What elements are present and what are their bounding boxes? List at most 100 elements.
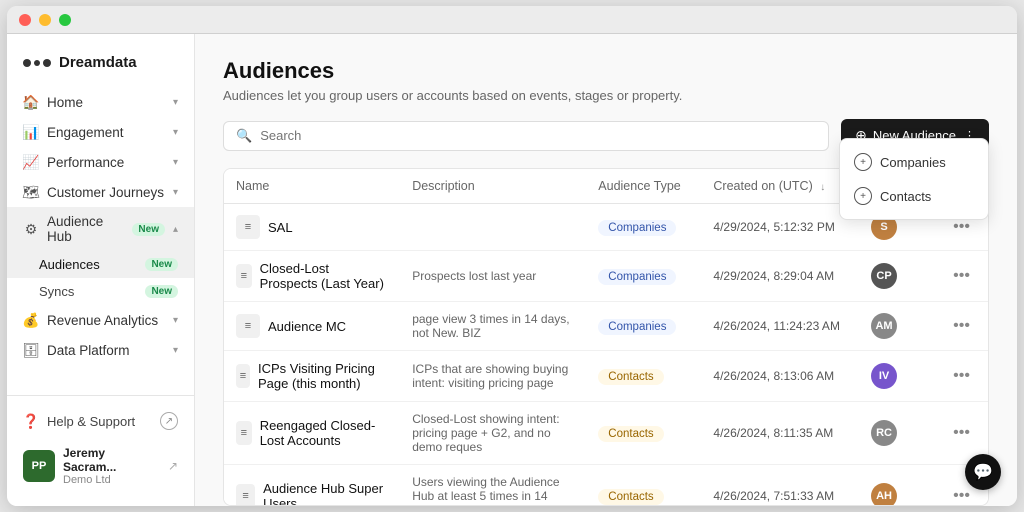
- row-more-button-1[interactable]: •••: [947, 265, 976, 287]
- subnav-label-audiences: Audiences: [39, 257, 137, 272]
- sidebar-item-customer-journeys[interactable]: 🗺 Customer Journeys ▾: [7, 177, 194, 207]
- row-icon-1: ≡: [236, 264, 252, 288]
- profile-info: Jeremy Sacram... Demo Ltd: [63, 446, 160, 486]
- audience-name-4: Reengaged Closed-Lost Accounts: [260, 418, 389, 448]
- cell-type-3: Contacts: [586, 351, 701, 402]
- chevron-icon-3: ▾: [173, 157, 178, 168]
- cell-desc-2: page view 3 times in 14 days, not New. B…: [400, 302, 586, 351]
- cell-created-on-0: 4/29/2024, 5:12:32 PM: [701, 204, 859, 251]
- cell-desc-5: Users viewing the Audience Hub at least …: [400, 465, 586, 507]
- nav-label-performance: Performance: [47, 155, 165, 170]
- nav-label-data-platform: Data Platform: [47, 343, 165, 358]
- cell-actions-1: •••: [935, 251, 988, 302]
- col-header-name: Name: [224, 169, 400, 204]
- cell-type-5: Contacts: [586, 465, 701, 507]
- row-icon-5: ≡: [236, 484, 255, 506]
- syncs-badge: New: [145, 285, 178, 298]
- cell-type-2: Companies: [586, 302, 701, 351]
- page-subtitle: Audiences let you group users or account…: [223, 88, 989, 103]
- help-label: Help & Support: [47, 414, 135, 429]
- sidebar-item-home[interactable]: 🏠 Home ▾: [7, 87, 194, 117]
- cell-type-4: Contacts: [586, 402, 701, 465]
- cell-desc-1: Prospects lost last year: [400, 251, 586, 302]
- cell-created-by-1: CP: [859, 251, 935, 302]
- audience-name-0: SAL: [268, 220, 293, 235]
- chat-bubble[interactable]: 💬: [965, 454, 1001, 490]
- cell-created-on-2: 4/26/2024, 11:24:23 AM: [701, 302, 859, 351]
- search-box[interactable]: 🔍: [223, 121, 829, 151]
- cell-type-0: Companies: [586, 204, 701, 251]
- minimize-button[interactable]: [39, 14, 51, 26]
- profile-item[interactable]: PP Jeremy Sacram... Demo Ltd ↗: [7, 438, 194, 494]
- journeys-icon: 🗺: [23, 184, 39, 200]
- avatar: PP: [23, 450, 55, 482]
- audience-name-5: Audience Hub Super Users: [263, 481, 388, 506]
- cell-created-on-5: 4/26/2024, 7:51:33 AM: [701, 465, 859, 507]
- performance-icon: 📈: [23, 154, 39, 170]
- creator-avatar-1: CP: [871, 263, 897, 289]
- audience-name-3: ICPs Visiting Pricing Page (this month): [258, 361, 388, 391]
- dropdown-item-contacts[interactable]: + Contacts: [840, 179, 988, 213]
- table-row: ≡ ICPs Visiting Pricing Page (this month…: [224, 351, 988, 402]
- sidebar-item-syncs[interactable]: Syncs New: [7, 278, 194, 305]
- sidebar-item-audience-hub[interactable]: ⚙ Audience Hub New ▴: [7, 207, 194, 251]
- close-button[interactable]: [19, 14, 31, 26]
- profile-more-icon: ↗: [168, 459, 178, 473]
- nav-label-home: Home: [47, 95, 165, 110]
- sidebar-item-data-platform[interactable]: 🗄 Data Platform ▾: [7, 335, 194, 365]
- search-input[interactable]: [260, 128, 816, 143]
- cell-created-by-4: RC: [859, 402, 935, 465]
- audience-name-2: Audience MC: [268, 319, 346, 334]
- table-row: ≡ Closed-Lost Prospects (Last Year) Pros…: [224, 251, 988, 302]
- sidebar-item-audiences[interactable]: Audiences New: [7, 251, 194, 278]
- chevron-icon: ▾: [173, 97, 178, 108]
- cell-actions-2: •••: [935, 302, 988, 351]
- row-more-button-3[interactable]: •••: [947, 365, 976, 387]
- dropdown-item-companies[interactable]: + Companies: [840, 145, 988, 179]
- dropdown-label-contacts: Contacts: [880, 189, 931, 204]
- help-support-item[interactable]: ❓ Help & Support ↗: [7, 404, 194, 438]
- logo-icon: [23, 59, 51, 67]
- creator-avatar-2: AM: [871, 313, 897, 339]
- logo-dot-2: [34, 60, 40, 66]
- contacts-icon: +: [854, 187, 872, 205]
- col-header-created-on[interactable]: Created on (UTC) ↓: [701, 169, 859, 204]
- cell-type-1: Companies: [586, 251, 701, 302]
- row-more-button-4[interactable]: •••: [947, 422, 976, 444]
- row-icon-3: ≡: [236, 364, 250, 388]
- cell-desc-3: ICPs that are showing buying intent: vis…: [400, 351, 586, 402]
- type-badge-2: Companies: [598, 319, 676, 335]
- row-more-button-5[interactable]: •••: [947, 485, 976, 506]
- cell-created-by-3: IV: [859, 351, 935, 402]
- cell-name-1: ≡ Closed-Lost Prospects (Last Year): [224, 251, 400, 302]
- nav-label-audience-hub: Audience Hub: [47, 214, 124, 244]
- cell-actions-3: •••: [935, 351, 988, 402]
- creator-avatar-3: IV: [871, 363, 897, 389]
- new-audience-dropdown: + Companies + Contacts: [839, 138, 989, 220]
- row-icon-0: ≡: [236, 215, 260, 239]
- sidebar-item-performance[interactable]: 📈 Performance ▾: [7, 147, 194, 177]
- chevron-icon-4: ▾: [173, 187, 178, 198]
- type-badge-1: Companies: [598, 269, 676, 285]
- sidebar-item-revenue-analytics[interactable]: 💰 Revenue Analytics ▾: [7, 305, 194, 335]
- sidebar-item-engagement[interactable]: 📊 Engagement ▾: [7, 117, 194, 147]
- revenue-icon: 💰: [23, 312, 39, 328]
- logo-text: Dreamdata: [59, 54, 137, 71]
- home-icon: 🏠: [23, 94, 39, 110]
- subnav-label-syncs: Syncs: [39, 284, 137, 299]
- cell-name-3: ≡ ICPs Visiting Pricing Page (this month…: [224, 351, 400, 402]
- sidebar: Dreamdata 🏠 Home ▾ 📊 Engagement ▾ 📈 Perf…: [7, 34, 195, 506]
- maximize-button[interactable]: [59, 14, 71, 26]
- cell-name-4: ≡ Reengaged Closed-Lost Accounts: [224, 402, 400, 465]
- row-icon-2: ≡: [236, 314, 260, 338]
- table-row: ≡ Audience MC page view 3 times in 14 da…: [224, 302, 988, 351]
- type-badge-4: Contacts: [598, 426, 663, 442]
- search-icon: 🔍: [236, 128, 252, 144]
- app-window: Dreamdata 🏠 Home ▾ 📊 Engagement ▾ 📈 Perf…: [7, 6, 1017, 506]
- chevron-icon-5: ▴: [173, 224, 178, 235]
- page-title: Audiences: [223, 58, 989, 84]
- cell-name-5: ≡ Audience Hub Super Users: [224, 465, 400, 507]
- row-more-button-2[interactable]: •••: [947, 315, 976, 337]
- cell-name-2: ≡ Audience MC: [224, 302, 400, 351]
- table-row: ≡ Audience Hub Super Users Users viewing…: [224, 465, 988, 507]
